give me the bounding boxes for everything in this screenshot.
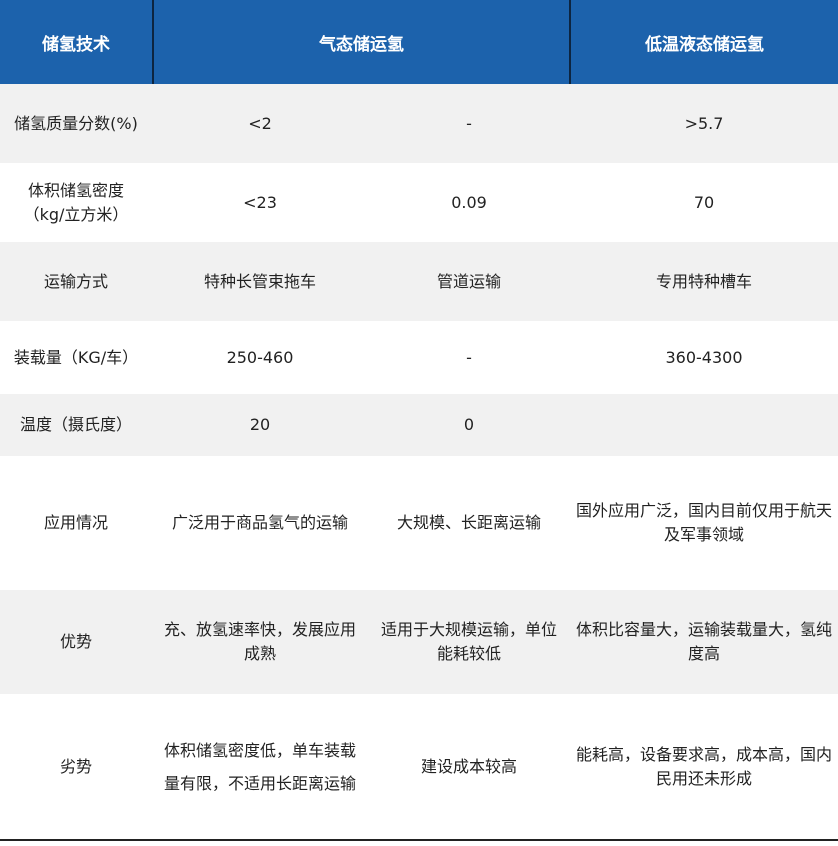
row-label: 应用情况 — [43, 513, 108, 532]
table-cell: >5.7 — [684, 113, 724, 133]
row-label: 劣势 — [59, 756, 92, 776]
table-cell: 体积储氢密度低，单车装载量有限，不适用长距离运输 — [164, 740, 357, 793]
table-row: 应用情况 广泛用于商品氢气的运输 大规模、长距离运输 国外应用广泛，国内目前仅用… — [0, 456, 838, 590]
table-cell: 360-4300 — [665, 347, 743, 367]
table-row: 优势 充、放氢速率快，发展应用成熟 适用于大规模运输，单位能耗较低 体积比容量大… — [0, 590, 838, 694]
table-cell: 建设成本较高 — [420, 756, 517, 776]
table-cell: 20 — [249, 415, 271, 434]
table-cell: 250-460 — [226, 347, 294, 367]
row-label: 优势 — [59, 632, 92, 651]
table-row: 装载量（KG/车） 250-460 - 360-4300 — [0, 321, 838, 394]
header-cell-liquid: 低温液态储运氢 — [645, 34, 764, 55]
table-cell: 适用于大规模运输，单位能耗较低 — [380, 620, 557, 663]
row-label: 储氢质量分数(%) — [14, 113, 138, 133]
table-header: 储氢技术 气态储运氢 低温液态储运氢 — [0, 0, 838, 84]
table-cell: <2 — [248, 113, 272, 133]
table-cell: - — [466, 347, 472, 367]
row-label: 装载量（KG/车） — [13, 347, 139, 367]
table-cell: 特种长管束拖车 — [203, 271, 316, 291]
table-row: 劣势 体积储氢密度低，单车装载量有限，不适用长距离运输 建设成本较高 能耗高，设… — [0, 694, 838, 839]
hydrogen-storage-table: 储氢技术 气态储运氢 低温液态储运氢 储氢质量分数(%) <2 - >5.7 体… — [0, 0, 838, 846]
table-cell: 体积比容量大，运输装载量大，氢纯度高 — [576, 620, 833, 663]
table-cell — [570, 394, 838, 456]
table-cell: 大规模、长距离运输 — [396, 513, 541, 532]
table-cell: 管道运输 — [436, 271, 501, 291]
row-label: 温度（摄氏度） — [19, 415, 132, 434]
table-cell: 70 — [693, 192, 715, 212]
table-cell: 专用特种槽车 — [655, 271, 752, 291]
table-cell: 充、放氢速率快，发展应用成熟 — [164, 620, 357, 663]
table-cell: <23 — [243, 192, 277, 212]
row-label: 运输方式 — [43, 271, 108, 291]
table-row: 温度（摄氏度） 20 0 — [0, 394, 838, 456]
row-label: 体积储氢密度（kg/立方米） — [23, 180, 129, 224]
table-cell: 能耗高，设备要求高，成本高，国内民用还未形成 — [576, 744, 833, 788]
table-cell: 广泛用于商品氢气的运输 — [171, 513, 348, 532]
table-row: 运输方式 特种长管束拖车 管道运输 专用特种槽车 — [0, 242, 838, 321]
table-cell: 国外应用广泛，国内目前仅用于航天及军事领域 — [576, 501, 833, 544]
table-row: 储氢质量分数(%) <2 - >5.7 — [0, 84, 838, 163]
table-bottom-border — [0, 839, 838, 841]
table-row: 体积储氢密度（kg/立方米） <23 0.09 70 — [0, 163, 838, 242]
table-cell: 0.09 — [451, 192, 487, 212]
table-cell: - — [466, 113, 472, 133]
header-cell-technology: 储氢技术 — [42, 34, 110, 55]
table-cell: 0 — [463, 415, 475, 434]
header-cell-gaseous: 气态储运氢 — [319, 34, 404, 55]
